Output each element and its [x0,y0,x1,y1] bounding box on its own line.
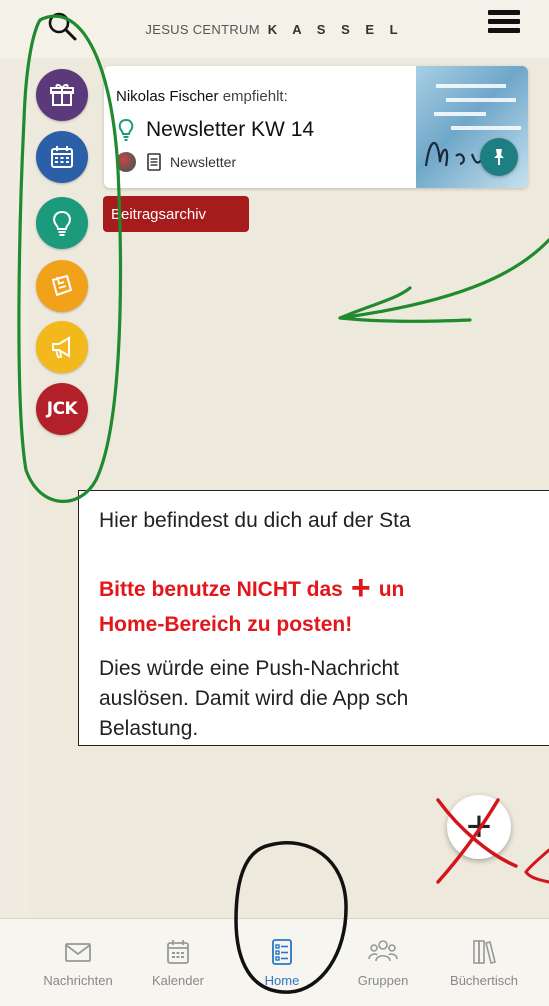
sidebar-item-calendar[interactable] [36,131,88,183]
lightbulb-icon [53,210,71,236]
sidebar-item-announcements[interactable] [36,321,88,373]
plus-icon: + [350,569,371,607]
nav-label: Büchertisch [450,973,518,988]
nav-label: Home [264,973,300,988]
nav-label: Gruppen [357,973,409,988]
nav-label: Kalender [151,973,205,988]
menu-button[interactable] [488,6,524,36]
sidebar-item-jck[interactable]: JCK [36,383,88,435]
notice-text-line: Hier befindest du dich auf der Sta [99,509,411,532]
calendar-icon [51,146,73,168]
post-card[interactable]: Nikolas Fischer empfiehlt: Newsletter KW… [104,66,528,188]
card-meta: Newsletter [116,152,236,172]
bottom-nav: Nachrichten Kalender Home Gruppen Bücher… [0,918,549,1006]
notice-box: Hier befindest du dich auf der Sta Bitte… [78,490,549,746]
notice-text-line: Dies würde eine Push-Nachricht [99,657,399,680]
list-icon [272,939,292,965]
post-archive-button[interactable]: Beitragsarchiv [103,196,249,232]
calendar-icon [167,940,189,964]
top-bar: JESUS CENTRUM K A S S E L [0,0,549,58]
notice-warning-line: Bitte benutze NICHT das + un [99,569,405,607]
sidebar-item-gifts[interactable] [36,69,88,121]
notice-warning-line: Home-Bereich zu posten! [99,613,353,636]
notice-text-line: auslösen. Damit wird die App sch [99,687,409,710]
gift-icon [50,83,74,106]
group-icon [368,940,398,962]
brand-text: JESUS CENTRUM [145,22,260,37]
author-avatar [116,152,136,172]
recommender-name[interactable]: Nikolas Fischer [116,88,219,105]
lightbulb-icon [118,118,134,141]
card-recommendation: Nikolas Fischer empfiehlt: [116,88,288,105]
pin-icon [494,149,504,165]
books-icon [473,940,496,964]
tab-home[interactable]: Home [237,919,327,1006]
pin-button[interactable] [480,138,518,176]
sidebar-item-notes[interactable] [36,260,88,312]
post-category: Newsletter [170,154,237,170]
sidebar-item-ideas[interactable] [36,197,88,249]
app-brand: JESUS CENTRUM K A S S E L [0,22,549,37]
card-title-row: Newsletter KW 14 [116,118,314,142]
notice-text-line: Belastung. [99,717,199,740]
recommend-label: empfiehlt: [222,88,288,105]
hamburger-icon [488,10,520,15]
add-post-button[interactable]: + [447,795,511,859]
nav-label: Nachrichten [43,973,113,988]
post-title[interactable]: Newsletter KW 14 [146,118,314,142]
tab-gruppen[interactable]: Gruppen [338,919,428,1006]
mail-icon [65,943,91,962]
tab-nachrichten[interactable]: Nachrichten [33,919,123,1006]
brand-city: K A S S E L [267,22,404,37]
tab-kalender[interactable]: Kalender [133,919,223,1006]
document-icon [147,153,161,171]
tab-buechertisch[interactable]: Büchertisch [439,919,529,1006]
megaphone-icon [52,336,70,358]
note-icon [51,274,73,297]
jck-logo-icon: JCK [46,399,78,419]
